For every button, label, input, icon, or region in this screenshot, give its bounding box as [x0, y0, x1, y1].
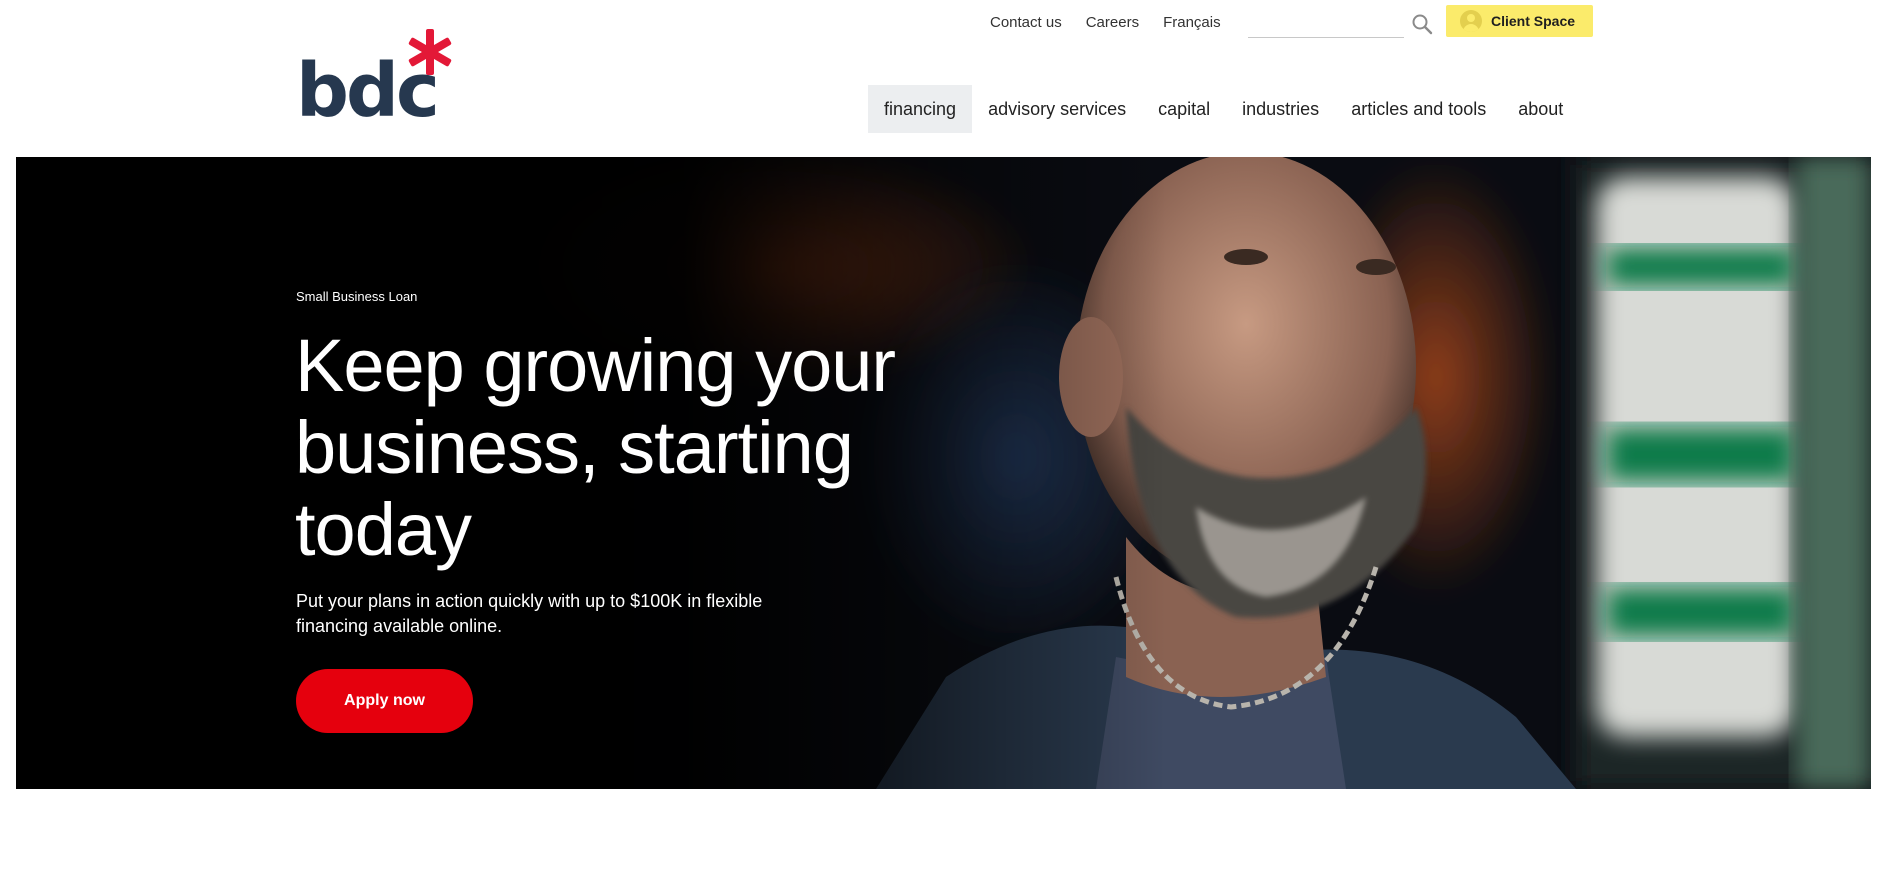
client-space-label: Client Space [1491, 13, 1576, 29]
hero-subtext: Put your plans in action quickly with up… [296, 591, 763, 636]
nav-item-capital[interactable]: capital [1142, 85, 1226, 133]
client-space-button[interactable]: Client Space [1446, 5, 1593, 37]
bdc-logo[interactable]: bdc [296, 28, 461, 120]
site-header: bdc Contact us Careers Français Client S… [0, 0, 1889, 157]
hero-headline: Keep growing your business, starting tod… [295, 324, 896, 571]
main-nav: financing advisory services capital indu… [868, 85, 1579, 133]
careers-link[interactable]: Careers [1086, 14, 1139, 31]
nav-item-articles-and-tools[interactable]: articles and tools [1335, 85, 1502, 133]
nav-item-about[interactable]: about [1502, 85, 1579, 133]
nav-item-advisory-services[interactable]: advisory services [972, 85, 1142, 133]
search-input[interactable] [1248, 10, 1404, 37]
user-avatar-icon [1460, 10, 1482, 32]
search-field [1248, 10, 1404, 38]
hero-banner: Small Business Loan Keep growing your bu… [16, 157, 1871, 789]
nav-item-financing[interactable]: financing [868, 85, 973, 133]
search-icon[interactable] [1411, 13, 1433, 35]
utility-nav: Contact us Careers Français [990, 4, 1245, 40]
nav-item-industries[interactable]: industries [1226, 85, 1335, 133]
hero-eyebrow: Small Business Loan [296, 289, 418, 304]
apply-now-button[interactable]: Apply now [296, 669, 473, 733]
contact-us-link[interactable]: Contact us [990, 14, 1062, 31]
francais-link[interactable]: Français [1163, 14, 1221, 31]
